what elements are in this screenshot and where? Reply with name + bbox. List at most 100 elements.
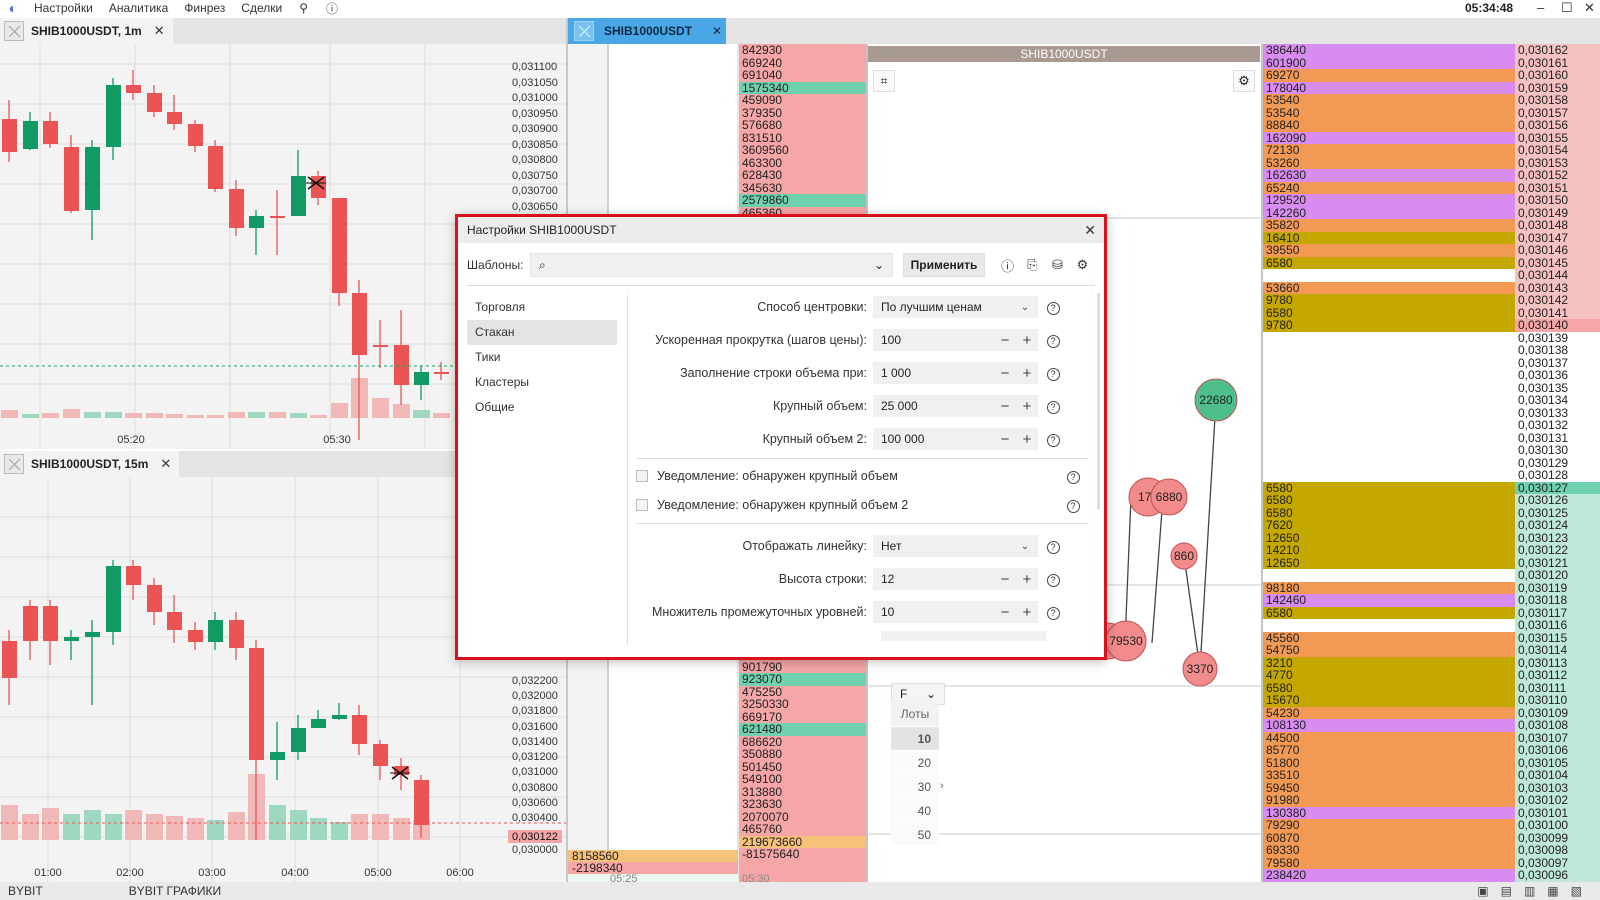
plus-icon[interactable]: + <box>1016 431 1038 448</box>
plus-icon[interactable]: + <box>1016 398 1038 415</box>
fast-scroll-stepper[interactable]: 100 − + <box>873 329 1038 351</box>
orderbook-prices[interactable]: 0,030162 0,030161 0,030160 0,030159 0,030158… <box>1515 44 1600 882</box>
orderbook-volume-cell: 12650 <box>1263 556 1515 569</box>
large-volume-row: Крупный объем: 25 000 − + ? <box>628 395 1088 417</box>
fill-stepper[interactable]: 1 000 − + <box>873 362 1038 384</box>
lots-option-50[interactable]: 50 <box>891 822 939 846</box>
templates-select[interactable]: ⌕ ⌄ <box>530 253 893 277</box>
close-tab-icon[interactable]: ✕ <box>160 456 171 472</box>
plus-icon[interactable]: + <box>1016 365 1038 382</box>
minus-icon[interactable]: − <box>994 398 1016 415</box>
candle-body <box>270 752 285 760</box>
minus-icon[interactable]: − <box>994 332 1016 349</box>
chart-tools-icon[interactable]: ⌗ <box>873 70 895 92</box>
close-dialog-icon[interactable]: ✕ <box>1084 217 1096 243</box>
close-tab-icon[interactable]: ✕ <box>712 24 722 38</box>
menu-analytics[interactable]: Аналитика <box>101 0 176 16</box>
nav-trading[interactable]: Торговля <box>467 295 617 320</box>
help-icon[interactable]: ? <box>1038 333 1068 348</box>
fill-value[interactable]: 1 000 <box>873 366 994 380</box>
maximize-icon[interactable]: ☐ <box>1561 0 1573 16</box>
large-volume-2-stepper[interactable]: 100 000 − + <box>873 428 1038 450</box>
help-icon[interactable]: ? <box>1038 432 1068 447</box>
plus-icon[interactable]: + <box>1016 332 1038 349</box>
nav-general[interactable]: Общие <box>467 395 617 420</box>
tab-chart-15m[interactable]: SHIB1000USDT, 15m ✕ <box>0 451 180 477</box>
nav-clusters[interactable]: Кластеры <box>467 370 617 395</box>
nav-ticks[interactable]: Тики <box>467 345 617 370</box>
fast-scroll-value[interactable]: 100 <box>873 333 994 347</box>
menu-trades[interactable]: Сделки <box>233 0 290 16</box>
close-tab-icon[interactable]: ✕ <box>154 23 165 39</box>
volume-bar <box>166 816 183 840</box>
pin-off-icon[interactable]: ⚲ <box>290 1 317 15</box>
price-cell: 0,030142 <box>1515 294 1600 307</box>
volume-bar <box>372 398 389 418</box>
help-icon[interactable]: ? <box>1038 539 1068 554</box>
price-cell: 0,030128 <box>1515 469 1600 482</box>
notify-1-checkbox[interactable] <box>636 470 648 482</box>
price-cell: 0,030113 <box>1515 656 1600 669</box>
volume-cell: 691040 <box>739 69 866 82</box>
gear-icon[interactable]: ⚙ <box>1070 257 1095 273</box>
menu-finres[interactable]: Финрез <box>176 0 233 16</box>
minus-icon[interactable]: − <box>994 571 1016 588</box>
centering-select[interactable]: По лучшим ценам ⌄ <box>873 296 1038 318</box>
orderbook-volume-cell <box>1263 356 1515 369</box>
minus-icon[interactable]: − <box>994 604 1016 621</box>
menu-settings[interactable]: Настройки <box>26 0 101 16</box>
help-icon[interactable]: ⓘ <box>317 0 347 17</box>
multiplier-value[interactable]: 10 <box>873 605 994 619</box>
status-exchange[interactable]: BYBIT <box>0 884 51 898</box>
minus-icon[interactable]: − <box>994 365 1016 382</box>
chevron-right-icon[interactable]: › <box>940 780 944 792</box>
orderbook-volume-cell <box>1263 456 1515 469</box>
tab-chart-1m[interactable]: SHIB1000USDT, 1m ✕ <box>0 18 173 44</box>
plus-icon[interactable]: + <box>1016 604 1038 621</box>
help-icon[interactable]: ? <box>1038 605 1068 620</box>
ruler-select[interactable]: Нет ⌄ <box>873 535 1038 557</box>
status-tool-icons[interactable]: ▣▤▥▦▧ <box>1477 882 1594 900</box>
app-window: ◐ Настройки Аналитика Финрез Сделки ⚲ ⓘ … <box>0 0 1600 900</box>
lots-option-30[interactable]: 30 <box>891 774 939 798</box>
volume-bar <box>42 808 59 840</box>
volume-cell: 1575340 <box>739 81 866 94</box>
tab-strip: SHIB1000USDT ✕ <box>568 18 1600 44</box>
lots-option-40[interactable]: 40 <box>891 798 939 822</box>
multiplier-stepper[interactable]: 10 − + <box>873 601 1038 623</box>
database-icon[interactable]: ⛁ <box>1045 257 1070 273</box>
help-icon[interactable]: ? <box>1058 469 1088 484</box>
candle-body <box>332 715 347 719</box>
current-price-label: 0,030122 <box>512 831 558 843</box>
help-icon[interactable]: ? <box>1038 399 1068 414</box>
volume-bar <box>187 818 204 840</box>
row-height-stepper[interactable]: 12 − + <box>873 568 1038 590</box>
help-icon[interactable]: ? <box>1058 498 1088 513</box>
large-volume-2-value[interactable]: 100 000 <box>873 432 994 446</box>
large-volume-stepper[interactable]: 25 000 − + <box>873 395 1038 417</box>
gear-icon[interactable]: ⚙ <box>1233 70 1255 92</box>
notify-2-checkbox[interactable] <box>636 499 648 511</box>
lots-option-20[interactable]: 20 <box>891 750 939 774</box>
minimize-icon[interactable]: – <box>1537 0 1544 16</box>
plus-icon[interactable]: + <box>1016 571 1038 588</box>
close-window-icon[interactable]: ✕ <box>1584 0 1595 16</box>
apply-button[interactable]: Применить <box>903 253 985 277</box>
minus-icon[interactable]: − <box>994 431 1016 448</box>
lots-option-10[interactable]: 10 <box>891 726 939 750</box>
volume-column-bottom: 4701309017909230704752503250330669170621… <box>739 648 866 861</box>
status-charts[interactable]: BYBIT ГРАФИКИ <box>121 884 229 898</box>
nav-order-book[interactable]: Стакан <box>467 320 617 345</box>
help-icon[interactable]: ⓘ <box>995 256 1020 275</box>
dialog-scrollbar[interactable] <box>1097 293 1100 509</box>
tab-order-book[interactable]: SHIB1000USDT ✕ <box>568 18 726 44</box>
price-cell: 0,030138 <box>1515 344 1600 357</box>
large-volume-value[interactable]: 25 000 <box>873 399 994 413</box>
help-icon[interactable]: ? <box>1038 366 1068 381</box>
lots-header: Лоты <box>891 702 939 726</box>
row-height-value[interactable]: 12 <box>873 572 994 586</box>
help-icon[interactable]: ? <box>1038 300 1068 315</box>
volume-cell: 628430 <box>739 169 866 182</box>
save-template-icon[interactable]: ⎘ <box>1020 257 1045 273</box>
help-icon[interactable]: ? <box>1038 572 1068 587</box>
